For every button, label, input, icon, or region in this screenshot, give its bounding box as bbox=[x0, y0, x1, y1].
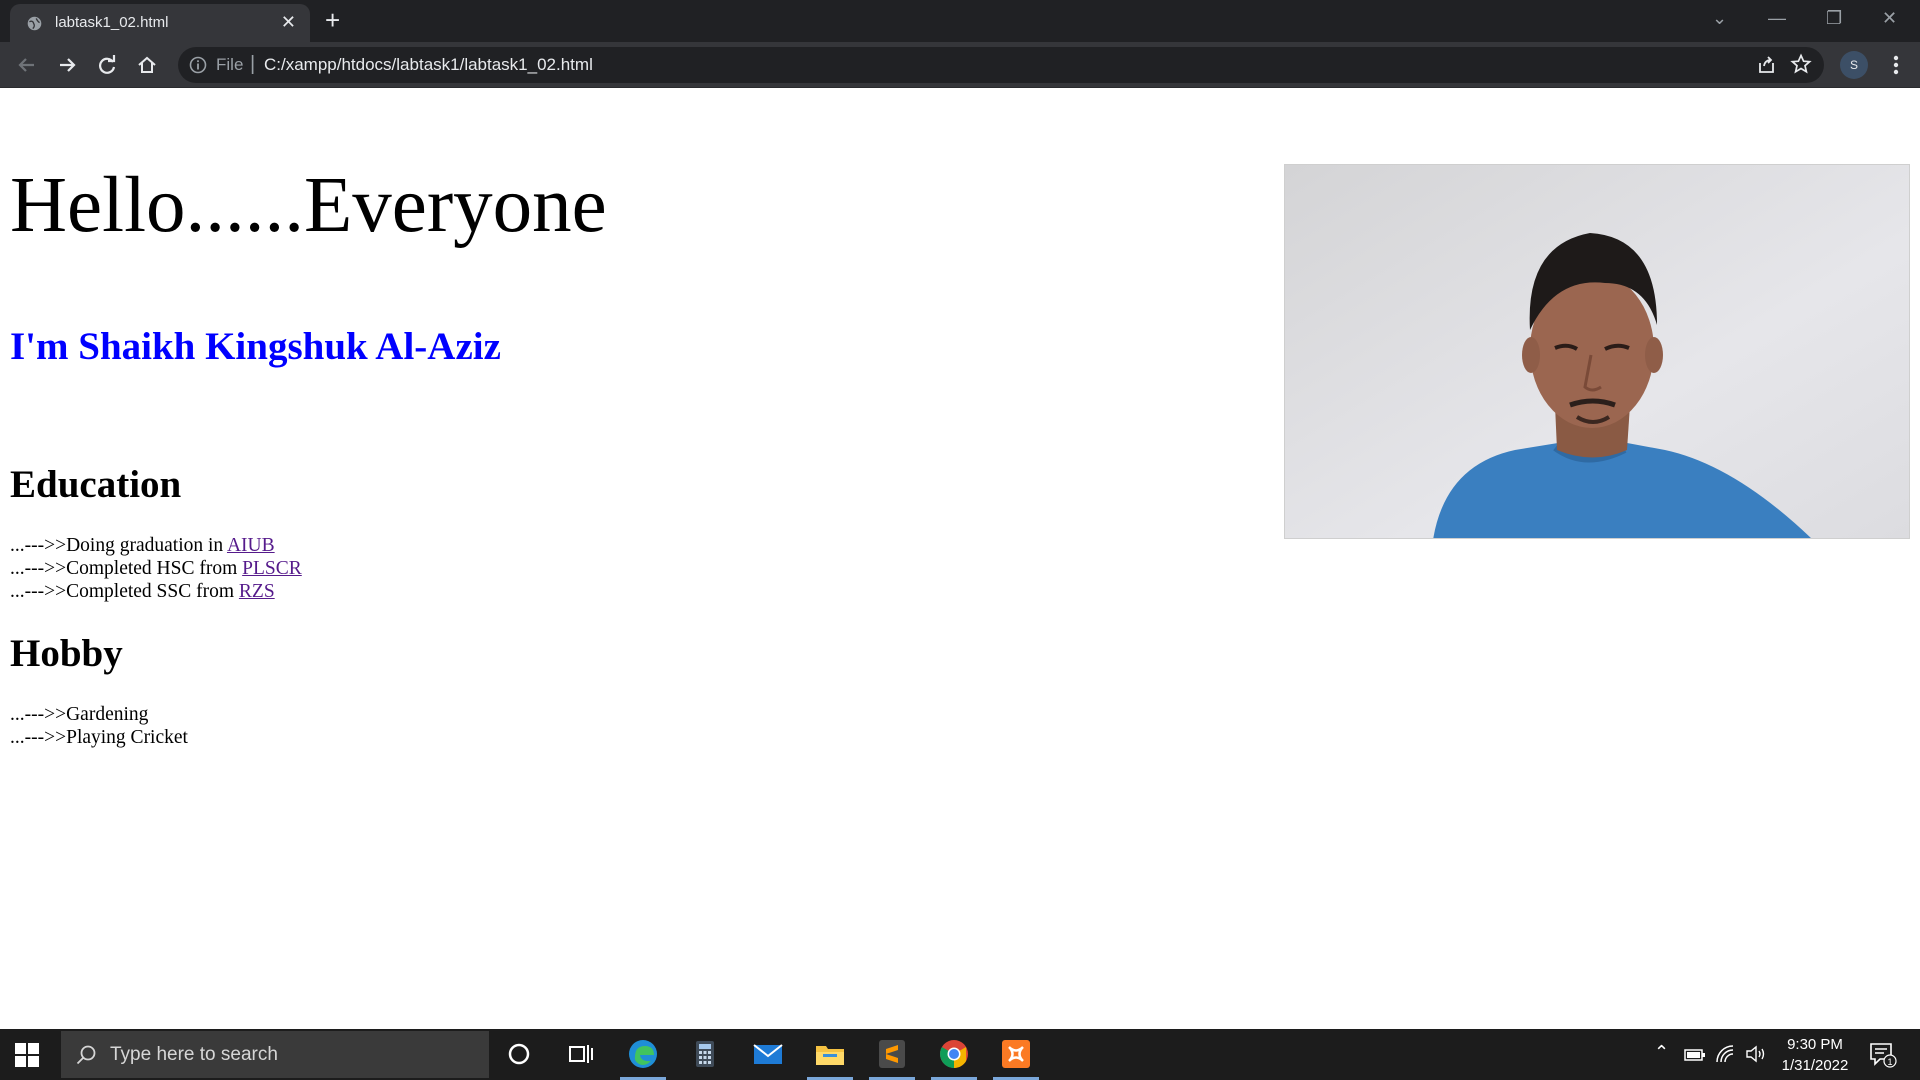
sublime-text-icon[interactable] bbox=[875, 1037, 909, 1071]
taskbar-search-box[interactable]: Type here to search bbox=[61, 1031, 489, 1078]
tab-search-icon[interactable]: ⌄ bbox=[1712, 8, 1727, 29]
clock-date: 1/31/2022 bbox=[1781, 1057, 1849, 1074]
aiub-link[interactable]: AIUB bbox=[227, 535, 275, 556]
clock-time: 9:30 PM bbox=[1787, 1036, 1843, 1053]
address-bar[interactable]: File | C:/xampp/htdocs/labtask1/labtask1… bbox=[178, 47, 1824, 83]
education-item-text: ...--->>Completed SSC from bbox=[10, 581, 239, 602]
mail-icon[interactable] bbox=[751, 1037, 785, 1071]
plscr-link[interactable]: PLSCR bbox=[242, 558, 302, 579]
show-hidden-icons-icon[interactable]: ⌃ bbox=[1654, 1042, 1669, 1080]
name-heading: I'm Shaikh Kingshuk Al-Aziz bbox=[10, 325, 501, 368]
restore-icon[interactable]: ❐ bbox=[1826, 8, 1842, 29]
browser-tab[interactable]: labtask1_02.html ✕ bbox=[10, 4, 310, 42]
rzs-link[interactable]: RZS bbox=[239, 581, 275, 602]
share-icon[interactable] bbox=[1756, 54, 1778, 76]
web-page: Hello......Everyone I'm Shaikh Kingshuk … bbox=[0, 88, 1920, 1029]
back-button[interactable] bbox=[13, 51, 41, 79]
wifi-icon[interactable] bbox=[1714, 1043, 1736, 1065]
forward-button[interactable] bbox=[53, 51, 81, 79]
hobby-item: ...--->>Playing Cricket bbox=[10, 727, 188, 748]
chrome-icon[interactable] bbox=[937, 1037, 971, 1071]
hobby-item: ...--->>Gardening bbox=[10, 704, 149, 725]
menu-icon[interactable] bbox=[1886, 51, 1906, 79]
windows-start-icon[interactable] bbox=[14, 1042, 40, 1068]
task-view-icon[interactable] bbox=[563, 1037, 597, 1071]
hobby-heading: Hobby bbox=[10, 632, 123, 675]
search-placeholder: Type here to search bbox=[110, 1044, 278, 1065]
url-text[interactable]: C:/xampp/htdocs/labtask1/labtask1_02.htm… bbox=[264, 55, 593, 75]
url-separator: | bbox=[250, 53, 256, 75]
close-tab-icon[interactable]: ✕ bbox=[281, 12, 296, 33]
search-icon bbox=[76, 1045, 96, 1065]
greeting-heading: Hello......Everyone bbox=[10, 162, 607, 249]
battery-icon[interactable] bbox=[1684, 1046, 1706, 1064]
profile-avatar[interactable]: S bbox=[1840, 51, 1868, 79]
notification-count: 1 bbox=[1887, 1057, 1892, 1067]
url-scheme-label: File bbox=[216, 55, 244, 74]
back-icon bbox=[18, 58, 34, 72]
globe-icon bbox=[27, 16, 42, 31]
taskbar-clock[interactable]: 9:30 PM 1/31/2022 bbox=[1778, 1034, 1852, 1076]
browser-titlebar: labtask1_02.html ✕ + ⌄ — ❐ ✕ bbox=[0, 0, 1920, 42]
minimize-icon[interactable]: — bbox=[1768, 8, 1786, 29]
browser-toolbar: File | C:/xampp/htdocs/labtask1/labtask1… bbox=[0, 42, 1920, 88]
star-icon[interactable] bbox=[1790, 53, 1812, 75]
education-item-text: ...--->>Doing graduation in bbox=[10, 535, 227, 556]
education-item: ...--->>Doing graduation in AIUB bbox=[10, 535, 275, 557]
profile-photo bbox=[1284, 164, 1910, 539]
calculator-icon[interactable] bbox=[688, 1037, 722, 1071]
home-icon bbox=[138, 56, 156, 73]
edge-icon[interactable] bbox=[626, 1037, 660, 1071]
xampp-icon[interactable] bbox=[999, 1037, 1033, 1071]
volume-icon[interactable] bbox=[1744, 1043, 1768, 1065]
education-item: ...--->>Completed SSC from RZS bbox=[10, 581, 275, 603]
new-tab-button[interactable]: + bbox=[325, 5, 340, 36]
windows-taskbar: Type here to search ⌃ 9:30 PM 1/31/2022 … bbox=[0, 1029, 1920, 1080]
reload-button[interactable] bbox=[93, 51, 121, 79]
forward-icon bbox=[60, 58, 76, 72]
education-item: ...--->>Completed HSC from PLSCR bbox=[10, 558, 302, 580]
cortana-icon[interactable] bbox=[502, 1037, 536, 1071]
notification-icon[interactable]: 1 bbox=[1868, 1041, 1898, 1069]
reload-icon bbox=[99, 55, 116, 74]
close-window-icon[interactable]: ✕ bbox=[1882, 8, 1897, 29]
education-heading: Education bbox=[10, 463, 182, 506]
file-explorer-icon[interactable] bbox=[813, 1037, 847, 1071]
info-icon[interactable] bbox=[188, 55, 208, 75]
tab-title: labtask1_02.html bbox=[55, 14, 169, 31]
education-item-text: ...--->>Completed HSC from bbox=[10, 558, 243, 579]
home-button[interactable] bbox=[133, 51, 161, 79]
